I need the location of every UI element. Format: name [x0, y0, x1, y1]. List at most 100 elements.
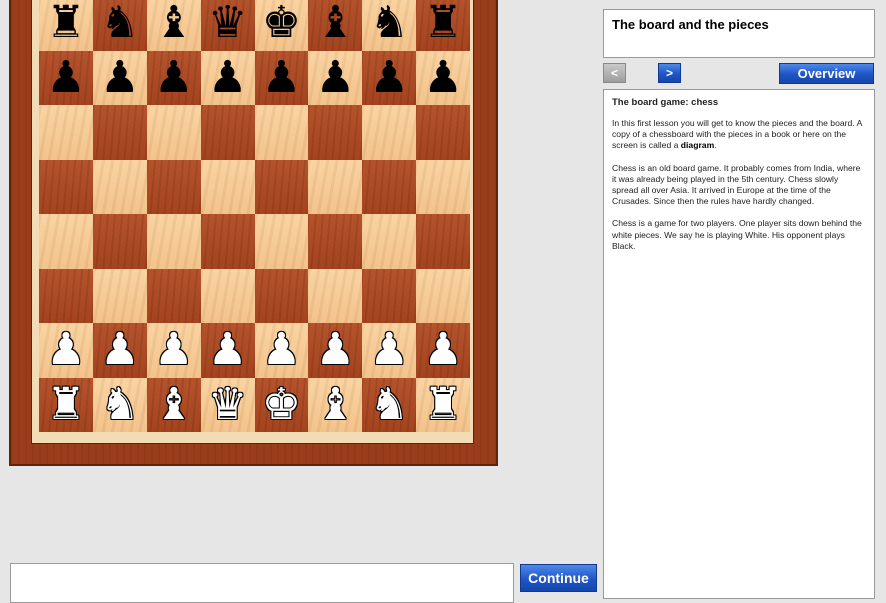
square-h7[interactable]: ♟ [416, 50, 470, 105]
white-rook-icon[interactable]: ♜ [423, 382, 462, 427]
square-b4[interactable] [92, 214, 147, 269]
white-bishop-icon[interactable]: ♝ [154, 382, 193, 427]
black-pawn-icon[interactable]: ♟ [100, 55, 139, 100]
square-e7[interactable]: ♟ [254, 50, 309, 105]
square-f4[interactable] [308, 214, 363, 269]
square-d1[interactable]: ♛ [200, 377, 255, 432]
square-e5[interactable] [254, 159, 309, 214]
black-king-icon[interactable]: ♚ [262, 1, 301, 45]
white-rook-icon[interactable]: ♜ [46, 382, 85, 427]
black-bishop-icon[interactable]: ♝ [154, 1, 193, 45]
square-g4[interactable] [362, 214, 417, 269]
square-c8[interactable]: ♝ [146, 0, 201, 51]
square-b1[interactable]: ♞ [92, 377, 147, 432]
square-e8[interactable]: ♚ [254, 0, 309, 51]
square-c3[interactable] [146, 268, 201, 323]
square-b2[interactable]: ♟ [92, 323, 147, 378]
white-pawn-icon[interactable]: ♟ [423, 328, 462, 372]
square-f7[interactable]: ♟ [308, 50, 363, 105]
square-a4[interactable] [39, 214, 93, 269]
square-c2[interactable]: ♟ [146, 323, 201, 378]
black-pawn-icon[interactable]: ♟ [316, 55, 355, 100]
square-f3[interactable] [308, 268, 363, 323]
square-c5[interactable] [146, 159, 201, 214]
square-d4[interactable] [200, 214, 255, 269]
white-pawn-icon[interactable]: ♟ [100, 328, 139, 372]
square-d2[interactable]: ♟ [200, 323, 255, 378]
square-a8[interactable]: ♜ [39, 0, 93, 51]
square-e2[interactable]: ♟ [254, 323, 309, 378]
square-h4[interactable] [416, 214, 470, 269]
square-a5[interactable] [39, 159, 93, 214]
square-e3[interactable] [254, 268, 309, 323]
square-f1[interactable]: ♝ [308, 377, 363, 432]
white-king-icon[interactable]: ♚ [262, 382, 301, 427]
previous-button[interactable]: < [603, 63, 626, 83]
square-a2[interactable]: ♟ [39, 323, 93, 378]
next-button[interactable]: > [658, 63, 681, 83]
square-g1[interactable]: ♞ [362, 377, 417, 432]
square-d8[interactable]: ♛ [200, 0, 255, 51]
square-b3[interactable] [92, 268, 147, 323]
square-g6[interactable] [362, 105, 417, 160]
white-queen-icon[interactable]: ♛ [208, 382, 247, 427]
square-h1[interactable]: ♜ [416, 377, 470, 432]
square-d7[interactable]: ♟ [200, 50, 255, 105]
black-pawn-icon[interactable]: ♟ [46, 55, 85, 100]
square-c7[interactable]: ♟ [146, 50, 201, 105]
square-c1[interactable]: ♝ [146, 377, 201, 432]
square-g8[interactable]: ♞ [362, 0, 417, 51]
black-pawn-icon[interactable]: ♟ [369, 55, 408, 100]
square-b7[interactable]: ♟ [92, 50, 147, 105]
white-pawn-icon[interactable]: ♟ [154, 328, 193, 372]
black-rook-icon[interactable]: ♜ [46, 1, 85, 45]
square-f5[interactable] [308, 159, 363, 214]
square-d5[interactable] [200, 159, 255, 214]
white-knight-icon[interactable]: ♞ [369, 382, 408, 427]
square-d3[interactable] [200, 268, 255, 323]
square-h3[interactable] [416, 268, 470, 323]
square-e1[interactable]: ♚ [254, 377, 309, 432]
black-pawn-icon[interactable]: ♟ [154, 55, 193, 100]
square-f6[interactable] [308, 105, 363, 160]
square-f8[interactable]: ♝ [308, 0, 363, 51]
square-g3[interactable] [362, 268, 417, 323]
square-a7[interactable]: ♟ [39, 50, 93, 105]
square-a6[interactable] [39, 105, 93, 160]
black-queen-icon[interactable]: ♛ [208, 1, 247, 45]
white-knight-icon[interactable]: ♞ [100, 382, 139, 427]
continue-button[interactable]: Continue [520, 564, 597, 592]
square-f2[interactable]: ♟ [308, 323, 363, 378]
black-pawn-icon[interactable]: ♟ [208, 55, 247, 100]
square-h5[interactable] [416, 159, 470, 214]
square-g5[interactable] [362, 159, 417, 214]
black-rook-icon[interactable]: ♜ [423, 1, 462, 45]
black-knight-icon[interactable]: ♞ [369, 1, 408, 45]
black-bishop-icon[interactable]: ♝ [316, 1, 355, 45]
square-b8[interactable]: ♞ [92, 0, 147, 51]
square-d6[interactable] [200, 105, 255, 160]
square-e4[interactable] [254, 214, 309, 269]
black-pawn-icon[interactable]: ♟ [262, 55, 301, 100]
square-e6[interactable] [254, 105, 309, 160]
square-a1[interactable]: ♜ [39, 377, 93, 432]
black-pawn-icon[interactable]: ♟ [423, 55, 462, 100]
chessboard[interactable]: ♜ ♞ ♝ ♛ ♚ ♝ ♞ ♜ ♟ ♟ ♟ ♟ ♟ ♟ ♟ ♟ ♟ ♟ ♟ ♟ ♟ ♟ ♟ ♟ ♜ ♞ ♝ ♛ ♚ ♝ ♞ ♜ [39, 0, 470, 432]
square-h6[interactable] [416, 105, 470, 160]
square-g2[interactable]: ♟ [362, 323, 417, 378]
square-c4[interactable] [146, 214, 201, 269]
white-pawn-icon[interactable]: ♟ [208, 328, 247, 372]
black-knight-icon[interactable]: ♞ [100, 1, 139, 45]
square-h8[interactable]: ♜ [416, 0, 470, 51]
square-g7[interactable]: ♟ [362, 50, 417, 105]
white-pawn-icon[interactable]: ♟ [369, 328, 408, 372]
square-b6[interactable] [92, 105, 147, 160]
overview-button[interactable]: Overview [779, 63, 874, 84]
white-bishop-icon[interactable]: ♝ [316, 382, 355, 427]
square-a3[interactable] [39, 268, 93, 323]
square-b5[interactable] [92, 159, 147, 214]
white-pawn-icon[interactable]: ♟ [316, 328, 355, 372]
square-h2[interactable]: ♟ [416, 323, 470, 378]
square-c6[interactable] [146, 105, 201, 160]
white-pawn-icon[interactable]: ♟ [46, 328, 85, 372]
